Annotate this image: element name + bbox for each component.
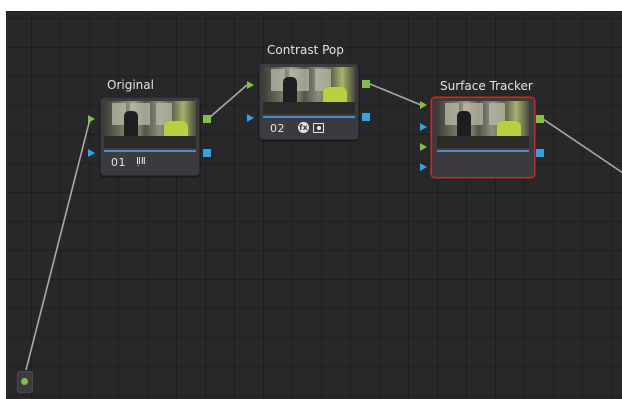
node-contrast-pop-progress-bar	[263, 116, 355, 118]
wire-surface-tracker-to-output	[542, 118, 622, 174]
node-surface-tracker-alpha-output[interactable]	[536, 149, 544, 157]
node-original-number: 01	[111, 156, 126, 169]
source-input-node[interactable]	[17, 371, 33, 393]
node-contrast-pop[interactable]: 02 fx	[259, 63, 359, 140]
wire-source-to-original	[25, 118, 91, 371]
node-contrast-pop-rgb-input[interactable]	[247, 81, 254, 89]
source-output-dot[interactable]	[21, 378, 28, 385]
node-contrast-pop-rgb-output[interactable]	[362, 80, 370, 88]
node-surface-tracker-rgb-input-1[interactable]	[420, 101, 427, 109]
node-original-progress-bar	[104, 150, 196, 152]
node-contrast-pop-thumbnail	[263, 67, 355, 114]
node-surface-tracker-alpha-input-1[interactable]	[420, 123, 427, 131]
mixer-icon: Ⅱ̣Ⅱ	[136, 156, 146, 167]
node-label-contrast-pop: Contrast Pop	[267, 43, 344, 57]
wire-original-to-contrast-pop	[208, 84, 248, 119]
wire-contrast-pop-to-surface-tracker	[369, 83, 422, 106]
node-original-alpha-input[interactable]	[88, 149, 95, 157]
node-graph-canvas[interactable]: Original 01 Ⅱ̣Ⅱ Contrast Pop 02 fx Surfa…	[6, 11, 622, 399]
node-contrast-pop-alpha-output[interactable]	[362, 113, 370, 121]
node-surface-tracker-thumbnail	[437, 101, 529, 148]
node-contrast-pop-alpha-input[interactable]	[247, 114, 254, 122]
node-contrast-pop-number: 02	[270, 122, 285, 135]
node-label-surface-tracker: Surface Tracker	[440, 79, 533, 93]
node-surface-tracker[interactable]	[431, 97, 535, 178]
node-original-thumbnail	[104, 101, 196, 148]
node-surface-tracker-rgb-output[interactable]	[536, 115, 544, 123]
node-surface-tracker-rgb-input-2[interactable]	[420, 143, 427, 151]
camera-icon	[313, 123, 324, 137]
fx-icon: fx	[298, 122, 309, 133]
node-label-original: Original	[107, 78, 154, 92]
node-surface-tracker-progress-bar	[437, 150, 529, 152]
node-original-alpha-output[interactable]	[203, 149, 211, 157]
node-original[interactable]: 01 Ⅱ̣Ⅱ	[100, 97, 200, 176]
node-surface-tracker-alpha-input-2[interactable]	[420, 163, 427, 171]
node-original-rgb-output[interactable]	[203, 115, 211, 123]
node-original-rgb-input[interactable]	[88, 115, 95, 123]
